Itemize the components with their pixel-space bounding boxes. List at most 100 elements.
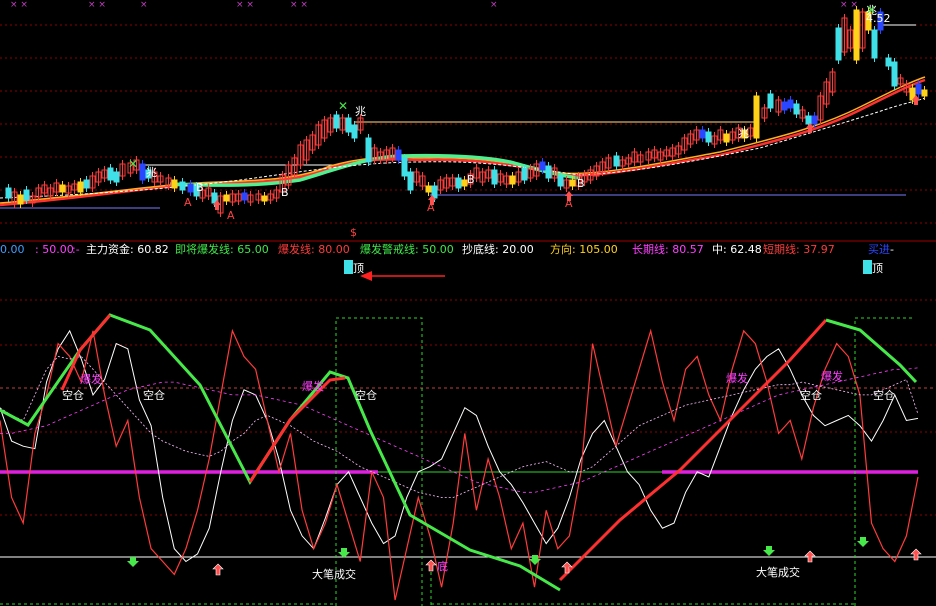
x-marker: × × — [290, 0, 308, 10]
candle-body — [793, 103, 800, 115]
candle-body — [891, 61, 898, 87]
ding-label: 顶 — [353, 262, 364, 275]
a-label: A — [227, 209, 235, 222]
candle-body — [871, 29, 878, 59]
candle-body — [557, 175, 564, 187]
down-arrow-icon — [857, 537, 869, 547]
ding-box — [344, 260, 353, 274]
b-label: B — [196, 181, 204, 194]
candle-body — [509, 175, 516, 185]
candle-body — [753, 95, 760, 139]
di-label: 底 — [437, 559, 448, 573]
candle-body — [569, 179, 576, 187]
kongcang-label: 空仓 — [143, 388, 165, 402]
b-label: B — [577, 177, 585, 190]
candle-body — [455, 177, 462, 189]
candle-body — [351, 124, 358, 139]
candle-body — [333, 114, 340, 129]
indicator-bar-item: 爆发警戒线: 50.00 — [360, 242, 454, 256]
indicator-bar: 0.00: 50.00:- 主力资金: 60.82 即将爆发线: 65.00 爆发线:… — [0, 242, 894, 256]
candle-body — [921, 89, 928, 97]
b-label: B — [467, 173, 475, 186]
signal-box — [854, 317, 914, 606]
candle-body — [767, 93, 774, 109]
indicator-bar-item: - — [890, 243, 894, 256]
indicator-bar-item: :- — [72, 243, 80, 256]
candle-body — [139, 163, 146, 181]
indicator-bar-item: 中: 62.48 — [712, 243, 762, 256]
dollar-label: $ — [350, 226, 357, 239]
candle-body — [83, 179, 90, 189]
ding-label: 顶 — [872, 262, 883, 275]
chart-canvas[interactable]: × × × × × × × × × × × × 4.52 兆 兆 兆 兆 A A… — [0, 0, 936, 606]
top-x-markers: × × × × × × × × × × × × — [10, 0, 858, 10]
candle-body — [885, 57, 892, 67]
x-marker: × × — [10, 0, 28, 10]
kongcang-label: 空仓 — [62, 388, 84, 402]
candle-body — [365, 137, 372, 163]
indicator-bar-item: 0.00 — [0, 243, 25, 256]
up-arrow-icon — [212, 563, 224, 576]
x-marker: × — [140, 0, 148, 10]
candle-body — [811, 115, 818, 125]
indicator-bar-item: 长期线: 80.57 — [632, 242, 704, 256]
candle-body — [23, 189, 30, 201]
b-label: B — [281, 186, 289, 199]
zhao-label: 兆 — [738, 127, 749, 140]
kongcang-label: 空仓 — [355, 388, 377, 402]
baofa-label: 爆发 — [80, 372, 102, 386]
candle-body — [613, 155, 620, 167]
bottom-panel-grid — [0, 299, 936, 516]
indicator-bar-item: 方向: 105.00 — [550, 242, 618, 256]
trend-line-red — [558, 318, 828, 582]
candle-body — [241, 192, 248, 201]
top-labels: 4.52 兆 兆 兆 兆 A A A A B B B B $ ✕ ✕ ✕ — [128, 3, 920, 239]
green-x-marker: ✕ — [338, 99, 348, 113]
candle-body — [787, 99, 794, 109]
down-arrow-icon — [763, 546, 775, 556]
ding-box — [863, 260, 872, 274]
indicator-bar-item: 抄底线: 20.00 — [462, 242, 534, 256]
candle-body — [545, 165, 552, 179]
indicator-bar-item: 即将爆发线: 65.00 — [175, 242, 269, 256]
candle-body — [705, 131, 712, 143]
candle-body — [491, 169, 498, 185]
up-arrow-icon — [425, 559, 437, 572]
signal-box — [335, 317, 423, 606]
top-panel-grid — [0, 24, 936, 242]
candle-body — [699, 129, 706, 139]
down-arrow-icon — [127, 557, 139, 567]
kongcang-label: 空仓 — [873, 388, 895, 402]
candle-body — [425, 185, 432, 193]
x-marker: × × — [840, 0, 858, 10]
x-marker: × × — [236, 0, 254, 10]
candle-body — [723, 133, 730, 143]
baofa-label: 爆发 — [821, 369, 843, 383]
indicator-bar-item: 买进 — [868, 243, 890, 256]
ding-markers: 顶 顶 — [344, 260, 883, 281]
candle-body — [171, 179, 178, 189]
up-arrow-icon — [910, 548, 922, 561]
trend-line-green — [0, 313, 561, 592]
candle-body — [407, 171, 414, 191]
candle-body — [5, 187, 12, 199]
candle-body — [179, 181, 186, 191]
candle-body — [805, 115, 812, 125]
baofa-label: 爆发 — [302, 379, 324, 393]
series-main-fund — [0, 329, 919, 563]
candle-body — [113, 171, 120, 183]
candle-body — [521, 167, 528, 181]
indicator-bar-item: : 50.00 — [35, 243, 74, 256]
candle-body — [395, 149, 402, 161]
candle-body — [915, 83, 922, 95]
candle-body — [17, 194, 24, 205]
candle-body — [107, 167, 114, 181]
x-marker: × × — [88, 0, 106, 10]
x-marker: × — [490, 0, 498, 10]
green-x-marker: ✕ — [128, 157, 138, 171]
candle-body — [539, 161, 546, 171]
big-trade-label: 大笔成交 — [312, 567, 356, 581]
indicator-bar-item: 爆发线: 80.00 — [278, 242, 350, 256]
candle-body — [835, 27, 842, 61]
up-arrows-top — [213, 95, 920, 210]
